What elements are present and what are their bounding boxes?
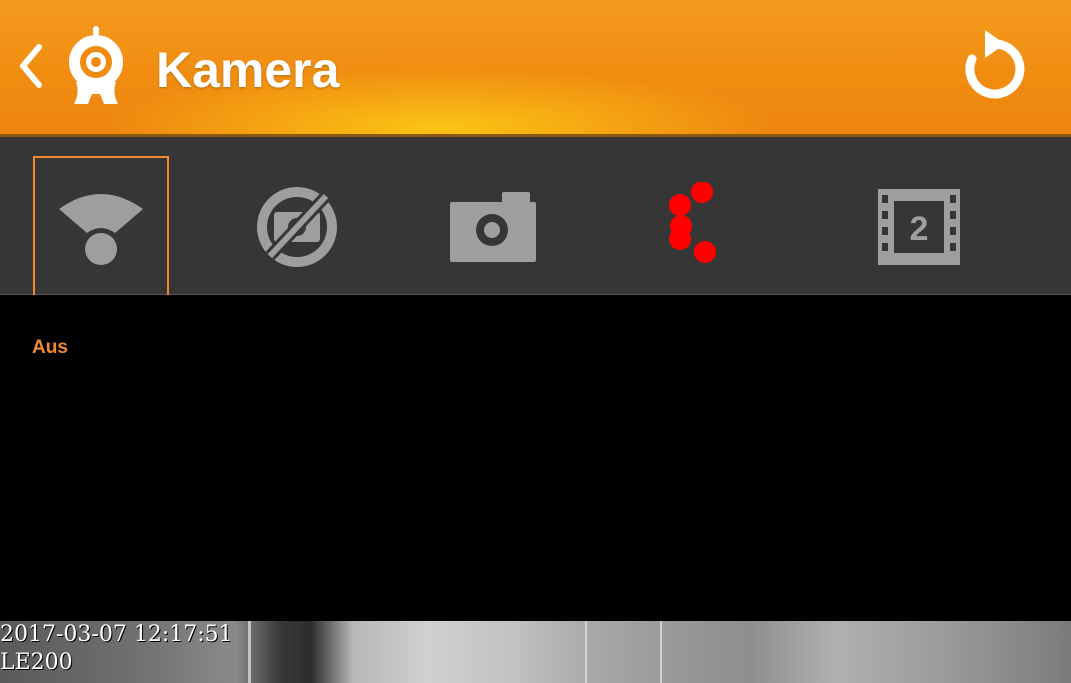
app-header: Kamera <box>0 0 1071 137</box>
snapshot-button[interactable] <box>425 156 561 298</box>
wifi-signal-button[interactable] <box>33 156 169 298</box>
stream-select-button[interactable]: 2 <box>851 156 987 298</box>
camera-feed[interactable]: 2017-03-07 12:17:51 LE200 <box>0 621 1071 683</box>
wifi-signal-icon <box>53 187 149 267</box>
status-area: Aus <box>0 295 1071 621</box>
loading-icon <box>643 182 733 272</box>
camera-icon <box>448 190 538 264</box>
film-stream-icon: 2 <box>876 187 962 267</box>
no-image-button[interactable] <box>229 156 365 298</box>
no-image-icon <box>252 182 342 272</box>
feed-device-name: LE200 <box>0 650 73 675</box>
status-text: Aus <box>32 337 68 358</box>
camera-screen: Kamera 2 Aus 2017-03-07 12:17:51 LE200 <box>0 0 1071 683</box>
stream-number-badge: 2 <box>910 210 929 248</box>
feed-timestamp: 2017-03-07 12:17:51 <box>0 622 233 647</box>
feed-detail <box>660 621 662 683</box>
webcam-icon <box>66 24 126 108</box>
record-button[interactable] <box>620 156 756 298</box>
chevron-left-icon <box>15 41 45 96</box>
page-title: Kamera <box>156 42 340 98</box>
feed-detail <box>585 621 587 683</box>
refresh-button[interactable] <box>956 26 1034 110</box>
feed-detail <box>248 621 251 683</box>
camera-toolbar: 2 <box>0 137 1071 298</box>
refresh-icon <box>959 26 1031 111</box>
back-button[interactable] <box>8 38 52 98</box>
